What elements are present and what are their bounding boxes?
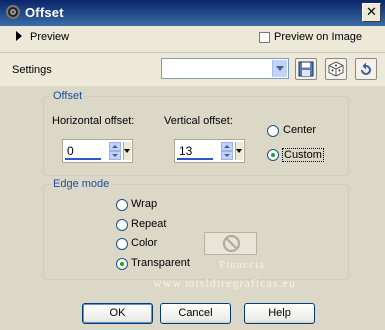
edge-mode-group-title: Edge mode xyxy=(51,178,112,190)
color-radio[interactable] xyxy=(116,238,128,250)
wrap-label[interactable]: Wrap xyxy=(131,198,157,210)
custom-radio[interactable] xyxy=(267,149,279,161)
ok-button[interactable]: OK xyxy=(82,303,153,324)
offset-group-title: Offset xyxy=(51,90,85,102)
offset-dialog: Offset ✕ Preview Preview on Image Settin… xyxy=(0,0,385,330)
cancel-button[interactable]: Cancel xyxy=(160,303,231,324)
horizontal-offset-slider[interactable] xyxy=(65,158,101,160)
help-button[interactable]: Help xyxy=(244,303,315,324)
spin-up-icon[interactable] xyxy=(221,142,233,151)
expand-triangle-icon[interactable] xyxy=(16,31,22,41)
preview-on-image-checkbox[interactable] xyxy=(259,32,270,43)
save-preset-button[interactable] xyxy=(295,58,317,80)
close-button[interactable]: ✕ xyxy=(362,3,381,22)
edge-mode-groupbox xyxy=(43,184,349,280)
vertical-offset-spinner[interactable]: 13 xyxy=(174,139,245,163)
spin-down-icon[interactable] xyxy=(221,151,233,160)
randomize-button[interactable] xyxy=(325,58,347,80)
wrap-radio[interactable] xyxy=(116,199,128,211)
settings-row: Settings xyxy=(0,52,385,86)
center-radio[interactable] xyxy=(267,125,279,137)
edge-color-swatch[interactable] xyxy=(204,232,257,255)
color-label[interactable]: Color xyxy=(131,237,157,249)
spin-down-icon[interactable] xyxy=(109,151,121,160)
vertical-offset-label: Vertical offset: xyxy=(164,115,233,127)
custom-label[interactable]: Custom xyxy=(282,148,324,162)
transparent-label[interactable]: Transparent xyxy=(131,257,190,269)
preview-label[interactable]: Preview xyxy=(30,31,69,43)
repeat-label[interactable]: Repeat xyxy=(131,218,166,230)
horizontal-offset-spinner[interactable]: 0 xyxy=(62,139,133,163)
horizontal-offset-value[interactable]: 0 xyxy=(67,144,74,158)
vertical-offset-updown xyxy=(221,142,233,160)
preview-on-image-label[interactable]: Preview on Image xyxy=(274,31,362,43)
reset-icon xyxy=(361,62,371,75)
chevron-down-icon[interactable] xyxy=(272,60,287,77)
window-title: Offset xyxy=(25,5,64,20)
reset-button[interactable] xyxy=(355,58,377,80)
spin-up-icon[interactable] xyxy=(109,142,121,151)
dice-icon xyxy=(328,61,344,77)
settings-label: Settings xyxy=(12,64,52,76)
center-label[interactable]: Center xyxy=(283,124,316,136)
horizontal-offset-updown xyxy=(109,142,121,160)
chevron-down-icon[interactable] xyxy=(123,142,131,160)
floppy-disk-icon xyxy=(298,61,314,77)
offset-groupbox xyxy=(43,96,349,176)
preview-row: Preview Preview on Image xyxy=(0,27,385,49)
vertical-offset-slider[interactable] xyxy=(177,158,213,160)
watermark-url: www.misldiregraficas.eu xyxy=(153,276,296,290)
repeat-radio[interactable] xyxy=(116,219,128,231)
chevron-down-icon[interactable] xyxy=(235,142,243,160)
horizontal-offset-label: Horizontal offset: xyxy=(52,115,135,127)
no-symbol-icon xyxy=(222,234,241,253)
settings-dropdown[interactable] xyxy=(161,58,289,79)
title-bar: Offset ✕ xyxy=(0,0,385,26)
transparent-radio[interactable] xyxy=(116,258,128,270)
pattern-icon xyxy=(6,5,20,19)
vertical-offset-value[interactable]: 13 xyxy=(179,144,192,158)
watermark-name: Pinuccia xyxy=(219,259,265,271)
